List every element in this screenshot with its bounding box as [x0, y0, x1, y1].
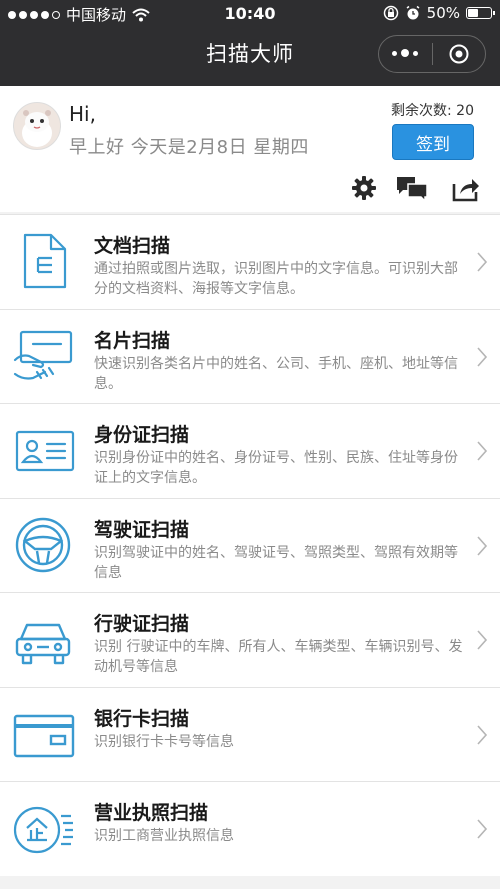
avatar-image — [14, 103, 60, 149]
chevron-right-icon — [477, 346, 488, 367]
more-dots-icon — [392, 49, 419, 58]
list-item-bank-card-scan[interactable]: 银行卡扫描 识别银行卡卡号等信息 — [0, 686, 500, 782]
more-button[interactable] — [379, 36, 432, 72]
item-title: 身份证扫描 — [94, 424, 190, 446]
item-title: 驾驶证扫描 — [94, 518, 190, 541]
bank-card-icon — [11, 704, 75, 764]
miniprogram-capsule — [378, 35, 486, 73]
scan-list: 文档扫描 通过拍照或图片选取，识别图片中的文字信息。可识别大部分的文档资料、海报… — [0, 214, 500, 876]
feedback-button[interactable] — [395, 175, 429, 203]
greeting-hi: Hi, — [69, 102, 96, 126]
business-card-icon — [11, 326, 75, 386]
checkin-button[interactable]: 签到 — [392, 124, 474, 160]
share-icon — [452, 179, 479, 202]
chat-bubbles-icon — [397, 177, 428, 203]
list-item-driver-license-scan[interactable]: 驾驶证扫描 识别驾驶证中的姓名、驾驶证号、驾照类型、驾照有效期等信息 — [0, 497, 500, 593]
item-description: 快速识别各类名片中的姓名、公司、手机、座机、地址等信息。 — [94, 355, 458, 392]
remaining-count: 剩余次数: 20 — [391, 103, 474, 119]
chevron-right-icon — [477, 630, 488, 650]
gear-icon — [352, 176, 376, 200]
status-bar: 中国移动 10:40 50% — [0, 0, 500, 28]
rotation-lock-icon — [383, 5, 398, 21]
top-bar: 中国移动 10:40 50% 扫描大师 — [0, 0, 500, 86]
item-description: 识别驾驶证中的姓名、驾驶证号、驾照类型、驾照有效期等信息 — [94, 544, 458, 581]
list-item-document-scan[interactable]: 文档扫描 通过拍照或图片选取，识别图片中的文字信息。可识别大部分的文档资料、海报… — [0, 214, 500, 309]
close-miniprogram-button[interactable] — [433, 36, 486, 72]
item-description: 通过拍照或图片选取，识别图片中的文字信息。可识别大部分的文档资料、海报等文字信息… — [94, 261, 458, 297]
item-description: 识别身份证中的姓名、身份证号、性别、民族、住址等身份证上的文字信息。 — [94, 450, 458, 486]
id-card-icon — [11, 420, 75, 480]
item-title: 银行卡扫描 — [94, 707, 190, 730]
item-description: 识别工商营业执照信息 — [94, 828, 234, 844]
car-icon — [11, 609, 75, 669]
steering-wheel-icon — [11, 515, 75, 575]
item-title: 行驶证扫描 — [94, 613, 190, 635]
list-item-business-card-scan[interactable]: 名片扫描 快速识别各类名片中的姓名、公司、手机、座机、地址等信息。 — [0, 308, 500, 404]
item-description: 识别 行驶证中的车牌、所有人、车辆类型、车辆识别号、发动机号等信息 — [94, 639, 463, 675]
battery-percent: 50% — [426, 4, 460, 22]
battery-icon — [466, 7, 495, 19]
list-item-id-card-scan[interactable]: 身份证扫描 识别身份证中的姓名、身份证号、性别、民族、住址等身份证上的文字信息。 — [0, 403, 500, 498]
item-title: 名片扫描 — [94, 329, 171, 352]
chevron-right-icon — [477, 441, 488, 461]
document-icon — [11, 231, 75, 291]
settings-button[interactable] — [351, 175, 377, 201]
chevron-right-icon — [477, 819, 488, 839]
target-icon — [449, 44, 469, 64]
list-item-vehicle-license-scan[interactable]: 行驶证扫描 识别 行驶证中的车牌、所有人、车辆类型、车辆识别号、发动机号等信息 — [0, 592, 500, 687]
list-item-business-license-scan[interactable]: 营业执照扫描 识别工商营业执照信息 — [0, 781, 500, 876]
business-license-icon — [11, 798, 75, 858]
item-title: 文档扫描 — [94, 235, 171, 257]
item-description: 识别银行卡卡号等信息 — [94, 733, 234, 750]
user-header: Hi, 早上好 今天是2月8日 星期四 剩余次数: 20 签到 — [0, 86, 500, 212]
status-right: 50% — [383, 4, 495, 22]
share-button[interactable] — [451, 175, 481, 203]
chevron-right-icon — [477, 252, 488, 272]
chevron-right-icon — [477, 535, 488, 556]
greeting-date: 早上好 今天是2月8日 星期四 — [69, 137, 309, 158]
item-title: 营业执照扫描 — [94, 802, 209, 824]
alarm-icon — [406, 5, 420, 20]
avatar[interactable] — [13, 102, 61, 150]
chevron-right-icon — [477, 724, 488, 745]
